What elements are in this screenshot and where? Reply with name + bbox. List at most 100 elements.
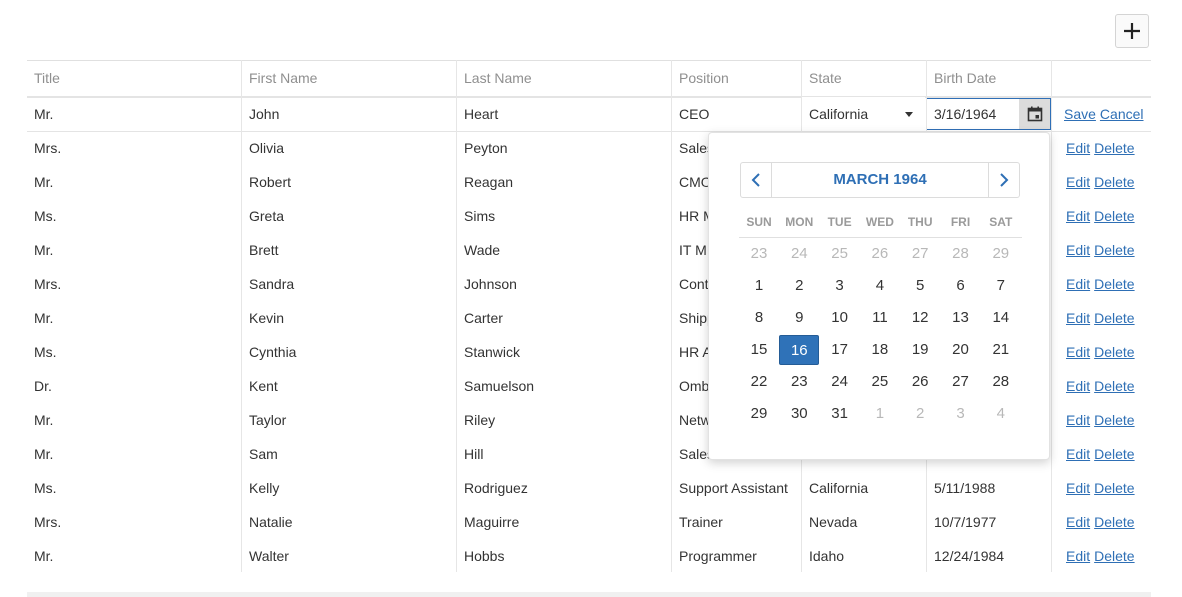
calendar-day[interactable]: 31 <box>820 399 860 429</box>
calendar-day[interactable]: 14 <box>981 303 1021 333</box>
cell-first-name: Olivia <box>249 140 285 156</box>
calendar-day[interactable]: 23 <box>779 367 819 397</box>
state-select[interactable]: California <box>801 97 925 131</box>
calendar-day[interactable]: 25 <box>820 239 860 269</box>
calendar-day[interactable]: 9 <box>779 303 819 333</box>
calendar-day[interactable]: 26 <box>900 367 940 397</box>
delete-button[interactable]: Delete <box>1094 548 1134 564</box>
delete-button[interactable]: Delete <box>1094 208 1134 224</box>
edit-button[interactable]: Edit <box>1066 548 1090 564</box>
calendar-toggle-button[interactable] <box>1019 99 1050 129</box>
calendar-day[interactable]: 18 <box>860 335 900 365</box>
calendar-day[interactable]: 3 <box>941 399 981 429</box>
calendar-day[interactable]: 13 <box>941 303 981 333</box>
edit-button[interactable]: Edit <box>1066 208 1090 224</box>
calendar-day[interactable]: 1 <box>739 271 779 301</box>
calendar-day[interactable]: 24 <box>779 239 819 269</box>
calendar-day[interactable]: 17 <box>820 335 860 365</box>
calendar-day[interactable]: 24 <box>820 367 860 397</box>
column-header-state[interactable]: State <box>802 60 926 96</box>
calendar-day[interactable]: 4 <box>860 271 900 301</box>
row-actions: Edit Delete <box>1059 335 1151 369</box>
grid-footer-bar <box>27 592 1151 597</box>
calendar-day[interactable]: 5 <box>900 271 940 301</box>
add-row-button[interactable] <box>1115 14 1149 48</box>
delete-button[interactable]: Delete <box>1094 480 1134 496</box>
cell-last-name: Johnson <box>464 276 517 292</box>
weekday-divider <box>739 237 1022 238</box>
delete-button[interactable]: Delete <box>1094 310 1134 326</box>
calendar-day[interactable]: 23 <box>739 239 779 269</box>
cell-first-name: Kelly <box>249 480 280 496</box>
column-header-birth-date[interactable]: Birth Date <box>927 60 1051 96</box>
next-month-button[interactable] <box>988 163 1019 197</box>
delete-button[interactable]: Delete <box>1094 446 1134 462</box>
cell-last-name: Peyton <box>464 140 508 156</box>
calendar-day[interactable]: 28 <box>941 239 981 269</box>
edit-last-name-cell[interactable]: Heart <box>457 97 671 131</box>
delete-button[interactable]: Delete <box>1094 514 1134 530</box>
calendar-day[interactable]: 26 <box>860 239 900 269</box>
calendar-day[interactable]: 12 <box>900 303 940 333</box>
delete-button[interactable]: Delete <box>1094 174 1134 190</box>
delete-button[interactable]: Delete <box>1094 378 1134 394</box>
delete-button[interactable]: Delete <box>1094 140 1134 156</box>
column-header-last-name[interactable]: Last Name <box>457 60 671 96</box>
calendar-day[interactable]: 15 <box>739 335 779 365</box>
edit-button[interactable]: Edit <box>1066 276 1090 292</box>
column-header-first-name[interactable]: First Name <box>242 60 456 96</box>
previous-month-button[interactable] <box>741 163 772 197</box>
calendar-day[interactable]: 20 <box>941 335 981 365</box>
delete-button[interactable]: Delete <box>1094 412 1134 428</box>
calendar-day[interactable]: 3 <box>820 271 860 301</box>
calendar-day[interactable]: 28 <box>981 367 1021 397</box>
edit-button[interactable]: Edit <box>1066 140 1090 156</box>
calendar-day[interactable]: 8 <box>739 303 779 333</box>
calendar-day[interactable]: 22 <box>739 367 779 397</box>
calendar-day[interactable]: 2 <box>779 271 819 301</box>
calendar-day[interactable]: 27 <box>941 367 981 397</box>
calendar-day[interactable]: 21 <box>981 335 1021 365</box>
calendar-day[interactable]: 11 <box>860 303 900 333</box>
edit-button[interactable]: Edit <box>1066 344 1090 360</box>
calendar-day[interactable]: 1 <box>860 399 900 429</box>
edit-title-cell[interactable]: Mr. <box>27 97 241 131</box>
delete-button[interactable]: Delete <box>1094 276 1134 292</box>
calendar-day[interactable]: 27 <box>900 239 940 269</box>
calendar-day-selected[interactable]: 16 <box>779 335 820 365</box>
edit-button[interactable]: Edit <box>1066 378 1090 394</box>
cell-first-name: Kent <box>249 378 278 394</box>
calendar-day[interactable]: 4 <box>981 399 1021 429</box>
save-button[interactable]: Save <box>1064 106 1096 122</box>
calendar-day[interactable]: 10 <box>820 303 860 333</box>
cell-birth-date: 10/7/1977 <box>934 514 997 530</box>
edit-button[interactable]: Edit <box>1066 480 1090 496</box>
row-actions: Edit Delete <box>1059 233 1151 267</box>
edit-button[interactable]: Edit <box>1066 242 1090 258</box>
calendar-day[interactable]: 2 <box>900 399 940 429</box>
calendar-day[interactable]: 25 <box>860 367 900 397</box>
calendar-month-title[interactable]: MARCH 1964 <box>772 163 988 197</box>
edit-button[interactable]: Edit <box>1066 174 1090 190</box>
edit-position-cell[interactable]: CEO <box>672 97 801 131</box>
calendar-day[interactable]: 19 <box>900 335 940 365</box>
calendar-day[interactable]: 30 <box>779 399 819 429</box>
calendar-day[interactable]: 29 <box>981 239 1021 269</box>
calendar-day[interactable]: 29 <box>739 399 779 429</box>
edit-button[interactable]: Edit <box>1066 412 1090 428</box>
calendar-navigator: MARCH 1964 <box>740 162 1020 198</box>
column-header-position[interactable]: Position <box>672 60 801 96</box>
birth-date-input[interactable]: 3/16/1964 <box>926 98 1051 130</box>
edit-first-name-cell[interactable]: John <box>242 97 456 131</box>
calendar-day[interactable]: 6 <box>941 271 981 301</box>
cell-birth-date: 12/24/1984 <box>934 548 1005 564</box>
cancel-button[interactable]: Cancel <box>1100 106 1144 122</box>
delete-button[interactable]: Delete <box>1094 242 1134 258</box>
calendar-day[interactable]: 7 <box>981 271 1021 301</box>
cell-title: Mrs. <box>34 514 62 530</box>
column-header-title[interactable]: Title <box>27 60 241 96</box>
delete-button[interactable]: Delete <box>1094 344 1134 360</box>
edit-button[interactable]: Edit <box>1066 514 1090 530</box>
edit-button[interactable]: Edit <box>1066 310 1090 326</box>
edit-button[interactable]: Edit <box>1066 446 1090 462</box>
